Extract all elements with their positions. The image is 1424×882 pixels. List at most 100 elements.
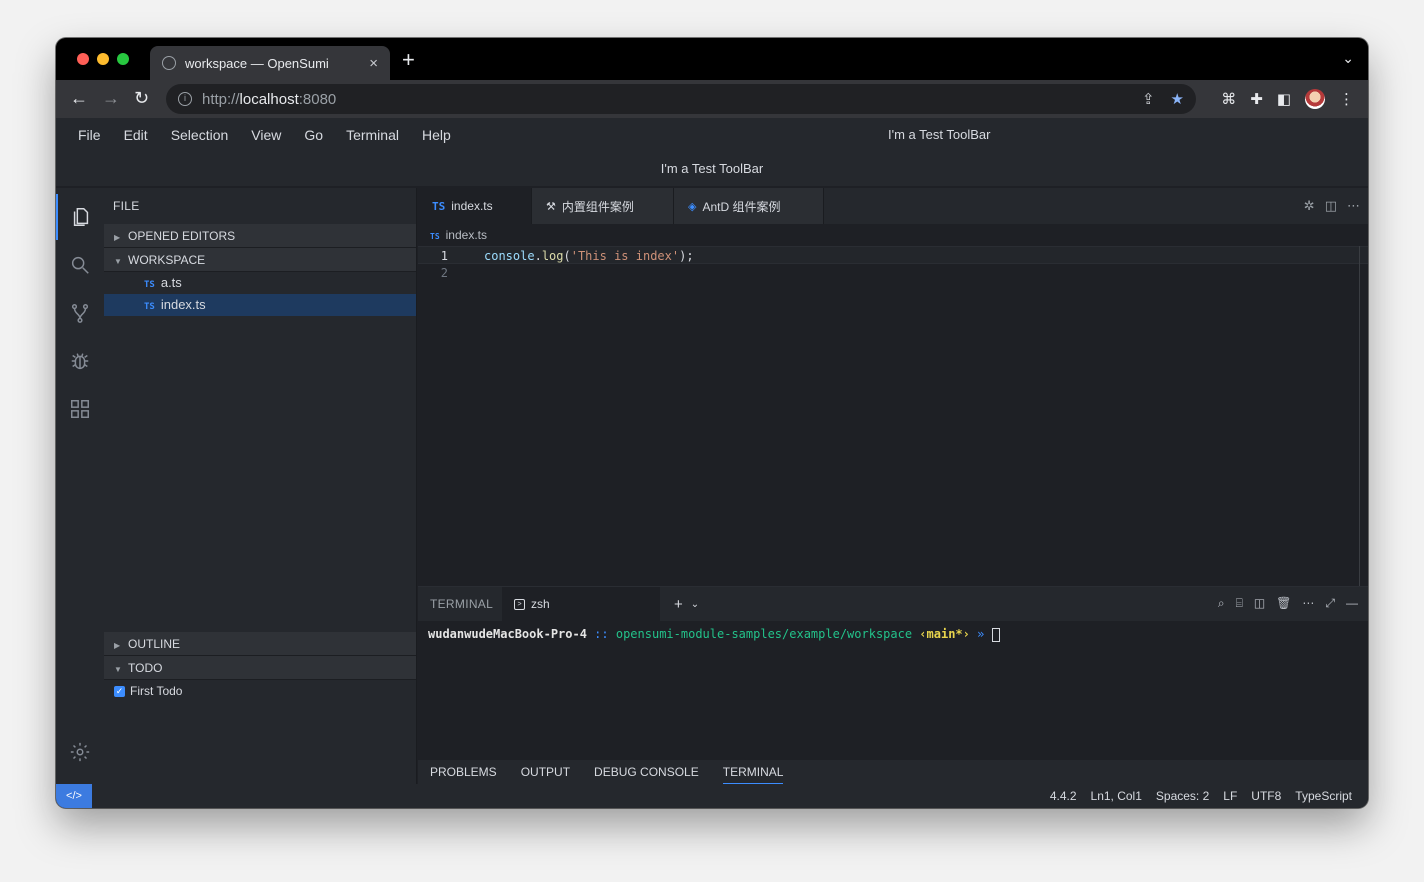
remote-code-icon[interactable]: </> (56, 784, 92, 808)
browser-menu-icon[interactable]: ⋮ (1339, 90, 1354, 108)
typescript-file-icon: TS (432, 199, 446, 213)
todo-checkbox[interactable]: ✓ (114, 685, 125, 697)
files-icon[interactable] (56, 194, 104, 240)
tab-builtin-components[interactable]: ⚒ 内置组件案例 (532, 188, 674, 224)
search-icon[interactable] (56, 242, 104, 288)
chevron-down-icon[interactable]: ⌄ (691, 599, 699, 610)
close-tab-icon[interactable]: × (369, 55, 378, 72)
split-terminal-icon[interactable]: ◫ (1254, 596, 1265, 611)
code-line[interactable]: 2 (418, 264, 1368, 282)
tab-problems[interactable]: PROBLEMS (430, 760, 497, 784)
menu-help[interactable]: Help (422, 127, 451, 143)
editor-scrollbar[interactable] (1359, 246, 1360, 586)
new-tab-button[interactable]: + (402, 49, 415, 71)
todo-header[interactable]: ▼ TODO (104, 656, 416, 680)
file-a-ts[interactable]: TS a.ts (104, 272, 416, 294)
maximize-window-button[interactable] (117, 53, 129, 65)
menu-edit[interactable]: Edit (124, 127, 148, 143)
back-icon[interactable]: ← (70, 88, 88, 108)
todo-item[interactable]: ✓ First Todo (104, 680, 416, 702)
antd-logo-icon: ◈ (688, 200, 697, 213)
add-terminal-button[interactable]: + (674, 596, 683, 613)
line-number: 2 (440, 266, 448, 280)
extensions-icon[interactable]: ✚ (1250, 90, 1263, 108)
more-actions-icon[interactable]: ⋯ (1302, 596, 1314, 611)
tab-terminal[interactable]: TERMINAL (722, 760, 784, 784)
status-version[interactable]: 4.4.2 (1050, 784, 1077, 808)
maximize-panel-icon[interactable]: ⤢ (1325, 596, 1335, 611)
token-string: 'This is index' (570, 249, 680, 263)
tab-antd-components[interactable]: ◈ AntD 组件案例 (674, 188, 824, 224)
site-info-icon[interactable]: i (178, 92, 192, 106)
tab-search-icon[interactable]: ⌄ (1342, 50, 1354, 67)
status-encoding[interactable]: UTF8 (1251, 784, 1281, 808)
workspace-header[interactable]: ▼ WORKSPACE (104, 248, 416, 272)
code-line[interactable]: 1 console.log('This is index'); (418, 246, 1368, 264)
status-eol[interactable]: LF (1223, 784, 1237, 808)
status-bar: </> 4.4.2 Ln1, Col1 Spaces: 2 LF UTF8 Ty… (56, 784, 1368, 808)
status-indentation[interactable]: Spaces: 2 (1156, 784, 1209, 808)
menu-view[interactable]: View (251, 127, 281, 143)
clear-terminal-icon[interactable]: ⌸ (1236, 596, 1243, 611)
tab-label: 内置组件案例 (561, 199, 634, 214)
extension-puzzle-alt-icon[interactable]: ⌘ (1221, 90, 1236, 108)
sidebar-title: FILE (113, 199, 140, 213)
bookmark-star-icon[interactable]: ★ (1171, 90, 1184, 108)
debug-icon[interactable] (56, 338, 104, 384)
explorer-sidebar: FILE ▶ OPENED EDITORS ▼ WORKSPACE TS a.ts T… (104, 188, 417, 784)
terminal-tab-zsh[interactable]: > zsh (502, 587, 660, 621)
reload-icon[interactable]: ↻ (134, 88, 149, 108)
browser-window: workspace — OpenSumi × + ⌄ ← → ↻ i http:… (56, 38, 1368, 808)
menu-terminal[interactable]: Terminal (346, 127, 399, 143)
minimize-panel-icon[interactable]: — (1346, 596, 1358, 611)
code-text: console.log('This is index'); (458, 247, 694, 263)
menu-go[interactable]: Go (304, 127, 323, 143)
source-control-icon[interactable] (56, 290, 104, 336)
share-icon[interactable]: ⇪ (1142, 90, 1155, 108)
debug-action-icon[interactable]: ✲ (1304, 198, 1315, 214)
status-cursor-position[interactable]: Ln1, Col1 (1091, 784, 1142, 808)
terminal-output[interactable]: wudanwudeMacBook-Pro-4 :: opensumi-modul… (418, 621, 1368, 648)
file-name: a.ts (160, 275, 182, 290)
opened-editors-header[interactable]: ▶ OPENED EDITORS (104, 224, 416, 248)
breadcrumb[interactable]: TS index.ts (418, 224, 1368, 246)
code-editor[interactable]: 1 console.log('This is index'); 2 (418, 246, 1368, 282)
side-panel-icon[interactable]: ◧ (1277, 90, 1291, 108)
trash-icon[interactable]: 🗑 (1276, 596, 1291, 611)
extensions-icon[interactable] (56, 386, 104, 432)
split-editor-icon[interactable]: ◫ (1325, 198, 1337, 214)
terminal-title: TERMINAL (430, 597, 494, 611)
minimize-window-button[interactable] (97, 53, 109, 65)
gear-icon[interactable] (56, 730, 104, 774)
terminal-separator: :: (586, 627, 616, 641)
menu-file[interactable]: File (78, 127, 101, 143)
status-language[interactable]: TypeScript (1295, 784, 1352, 808)
token-punct: ( (563, 249, 571, 263)
address-bar[interactable]: i http://localhost:8080 ⇪ ★ (166, 84, 1196, 114)
browser-tabstrip: workspace — OpenSumi × + ⌄ (56, 38, 1368, 80)
more-actions-icon[interactable]: ⋯ (1347, 198, 1360, 214)
chevron-right-icon: ▶ (114, 233, 121, 242)
todo-label: First Todo (130, 684, 183, 698)
tab-label: index.ts (451, 199, 493, 213)
search-icon[interactable]: ⌕ (1218, 596, 1225, 611)
globe-icon (162, 56, 176, 70)
tab-output[interactable]: OUTPUT (521, 760, 570, 784)
forward-icon[interactable]: → (102, 88, 120, 108)
token-function: log (541, 249, 564, 263)
editor-tabs: TS index.ts ⚒ 内置组件案例 ◈ AntD 组件案例 ✲ ◫ ⋯ (418, 188, 1368, 224)
outline-header[interactable]: ▶ OUTLINE (104, 632, 416, 656)
token-identifier: console (484, 249, 535, 263)
profile-avatar[interactable] (1305, 89, 1325, 109)
chevron-down-icon: ▼ (114, 257, 122, 266)
terminal-prompt: » (969, 627, 992, 641)
todo-label: TODO (128, 661, 163, 675)
url-scheme: http:// (202, 90, 240, 108)
tab-debug-console[interactable]: DEBUG CONSOLE (594, 760, 699, 784)
file-name: index.ts (160, 297, 206, 312)
tab-index-ts[interactable]: TS index.ts (418, 188, 532, 224)
close-window-button[interactable] (77, 53, 89, 65)
browser-tab[interactable]: workspace — OpenSumi × (150, 46, 390, 80)
file-index-ts[interactable]: TS index.ts (104, 294, 416, 316)
menu-selection[interactable]: Selection (171, 127, 229, 143)
